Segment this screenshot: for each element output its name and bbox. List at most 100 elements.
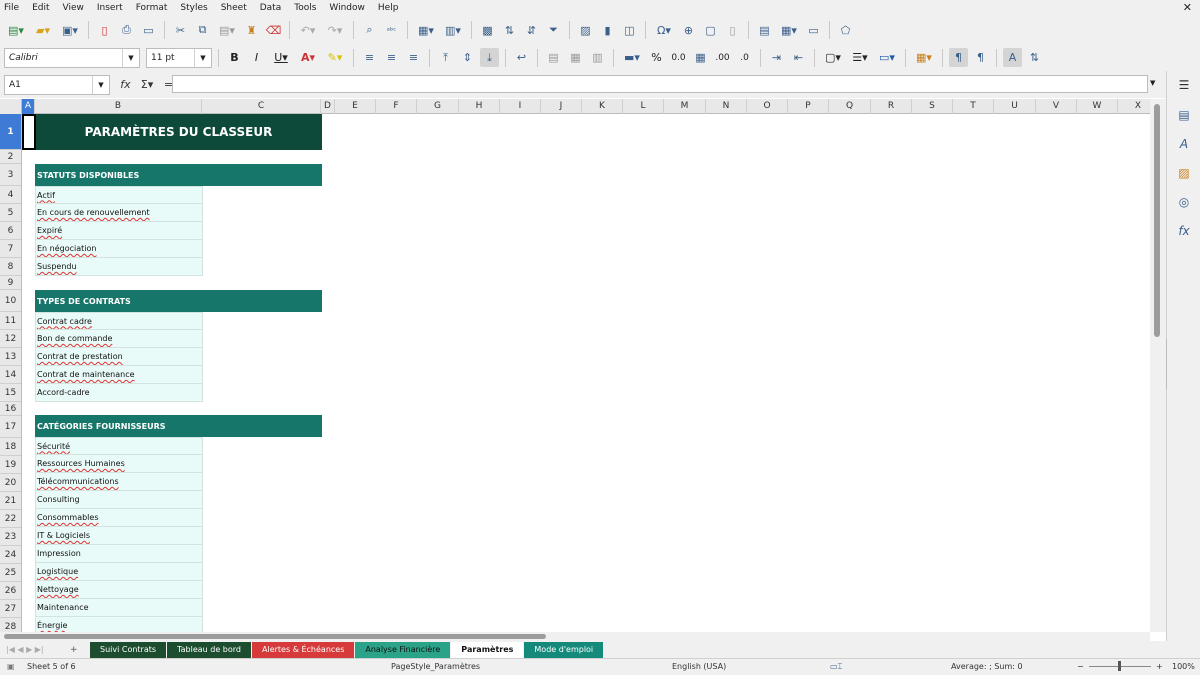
column-header-j[interactable]: J — [541, 99, 582, 114]
open-file-icon[interactable]: ▰▾ — [31, 21, 55, 40]
sort-descending-icon[interactable]: ⇵ — [522, 21, 541, 40]
row-header[interactable]: 8 — [0, 258, 21, 276]
page-style[interactable]: PageStyle_Paramètres — [391, 662, 480, 671]
scroll-thumb[interactable] — [1154, 104, 1160, 337]
row-header[interactable]: 22 — [0, 510, 21, 528]
row-header[interactable]: 15 — [0, 384, 21, 402]
row-header[interactable]: 1 — [0, 114, 21, 150]
align-right-icon[interactable]: ≡ — [404, 48, 423, 67]
zoom-in-icon[interactable]: + — [1156, 662, 1163, 671]
sum-icon[interactable]: Σ ▾ — [135, 75, 159, 94]
column-header-r[interactable]: R — [871, 99, 912, 114]
column-header-x[interactable]: X — [1118, 99, 1150, 114]
freeze-rows-columns-icon[interactable]: ▦▾ — [777, 21, 801, 40]
header-footer-icon[interactable]: ▯ — [723, 21, 742, 40]
define-print-area-icon[interactable]: ▤ — [755, 21, 774, 40]
column-header-a[interactable]: A — [22, 99, 35, 114]
column-header-o[interactable]: O — [747, 99, 788, 114]
row-header[interactable]: 28 — [0, 618, 21, 632]
insert-image-icon[interactable]: ▨ — [576, 21, 595, 40]
print-icon[interactable]: ⎙ — [117, 21, 136, 40]
list-item[interactable]: Ressources Humaines — [35, 455, 203, 473]
save-icon[interactable]: ▣▾ — [58, 21, 82, 40]
row-header[interactable]: 3 — [0, 164, 21, 186]
column-header-m[interactable]: M — [664, 99, 706, 114]
tab-mode-emploi[interactable]: Mode d'emploi — [524, 641, 604, 658]
menu-help[interactable]: Help — [378, 3, 399, 13]
menu-styles[interactable]: Styles — [180, 3, 207, 13]
spreadsheet-grid[interactable]: A B C D E F G H I J K L M N O P Q R S T … — [0, 99, 1150, 632]
list-item[interactable]: IT & Logiciels — [35, 527, 203, 545]
tab-parametres[interactable]: Paramètres — [451, 641, 524, 658]
column-header-l[interactable]: L — [623, 99, 664, 114]
menu-sheet[interactable]: Sheet — [221, 3, 247, 13]
list-item[interactable]: Suspendu — [35, 258, 203, 276]
font-size-box[interactable]: 11 pt ▼ — [146, 47, 212, 68]
list-item[interactable]: Contrat de maintenance — [35, 366, 203, 384]
column-header-v[interactable]: V — [1036, 99, 1077, 114]
format-as-date-icon[interactable]: ▦ — [691, 48, 710, 67]
column-header-w[interactable]: W — [1077, 99, 1118, 114]
tab-alertes-echeances[interactable]: Alertes & Échéances — [252, 641, 355, 658]
column-header-f[interactable]: F — [376, 99, 417, 114]
menu-insert[interactable]: Insert — [97, 3, 123, 13]
cut-icon[interactable]: ✂ — [171, 21, 190, 40]
column-header-h[interactable]: H — [459, 99, 500, 114]
close-document-icon[interactable]: ✕ — [1183, 1, 1192, 14]
row-header[interactable]: 20 — [0, 474, 21, 492]
list-item[interactable]: Accord-cadre — [35, 384, 203, 402]
row-header[interactable]: 17 — [0, 416, 21, 438]
pivot-table-icon[interactable]: ▩ — [478, 21, 497, 40]
list-item[interactable]: Contrat de prestation — [35, 348, 203, 366]
chevron-down-icon[interactable]: ▼ — [92, 75, 109, 94]
column-header-g[interactable]: G — [417, 99, 459, 114]
print-preview-icon[interactable]: ▭ — [139, 21, 158, 40]
comment-icon[interactable]: ▢ — [701, 21, 720, 40]
tab-analyse-financiere[interactable]: Analyse Financière — [355, 641, 451, 658]
autofilter-icon[interactable]: ⏷ — [544, 21, 563, 40]
list-item[interactable]: Énergie — [35, 617, 203, 632]
column-header-t[interactable]: T — [953, 99, 994, 114]
row-header[interactable]: 24 — [0, 546, 21, 564]
function-wizard-icon[interactable]: fx — [116, 75, 135, 94]
insert-pivot-icon[interactable]: ◫ — [620, 21, 639, 40]
row-header[interactable]: 18 — [0, 438, 21, 456]
workbook-title[interactable]: PARAMÈTRES DU CLASSEUR — [35, 114, 322, 150]
functions-icon[interactable]: fx — [1174, 221, 1194, 241]
list-item[interactable]: Impression — [35, 545, 203, 563]
document-modified-icon[interactable]: ▣ — [7, 662, 15, 671]
export-pdf-icon[interactable]: ▯ — [95, 21, 114, 40]
list-item[interactable]: En négociation — [35, 240, 203, 258]
column-header-d[interactable]: D — [321, 99, 335, 114]
hyperlink-icon[interactable]: ⊕ — [679, 21, 698, 40]
properties-icon[interactable]: ▤ — [1174, 105, 1194, 125]
row-header[interactable]: 5 — [0, 204, 21, 222]
column-header-k[interactable]: K — [582, 99, 623, 114]
clear-formatting-icon[interactable]: ⌫ — [264, 21, 283, 40]
row-header[interactable]: 10 — [0, 290, 21, 312]
list-item[interactable]: Bon de commande — [35, 330, 203, 348]
menu-edit[interactable]: Edit — [32, 3, 49, 13]
gallery-icon[interactable]: ▨ — [1174, 163, 1194, 183]
align-left-icon[interactable]: ≡ — [360, 48, 379, 67]
text-direction-ltr-icon[interactable]: ¶ — [949, 48, 968, 67]
paste-icon[interactable]: ▤▾ — [215, 21, 239, 40]
special-character-icon[interactable]: Ω▾ — [652, 21, 676, 40]
row-header[interactable]: 26 — [0, 582, 21, 600]
selection-mode-icon[interactable]: ▭⌶ — [830, 662, 842, 672]
align-middle-icon[interactable]: ⇕ — [458, 48, 477, 67]
row-header[interactable]: 21 — [0, 492, 21, 510]
bold-icon[interactable]: B — [225, 48, 244, 67]
column-header-p[interactable]: P — [788, 99, 829, 114]
sort-ascending-icon[interactable]: ⇅ — [500, 21, 519, 40]
clone-formatting-icon[interactable]: ♜ — [242, 21, 261, 40]
section-header-categories[interactable]: CATÉGORIES FOURNISSEURS — [35, 415, 322, 437]
chevron-down-icon[interactable]: ▼ — [194, 48, 211, 67]
column-header-q[interactable]: Q — [829, 99, 871, 114]
zoom-level[interactable]: 100% — [1172, 662, 1195, 671]
row-header[interactable]: 2 — [0, 150, 21, 164]
insert-chart-icon[interactable]: ▮ — [598, 21, 617, 40]
delete-decimal-icon[interactable]: .0 — [735, 48, 754, 67]
chevron-down-icon[interactable]: ▼ — [122, 48, 139, 67]
name-box[interactable]: A1 ▼ — [4, 74, 110, 95]
